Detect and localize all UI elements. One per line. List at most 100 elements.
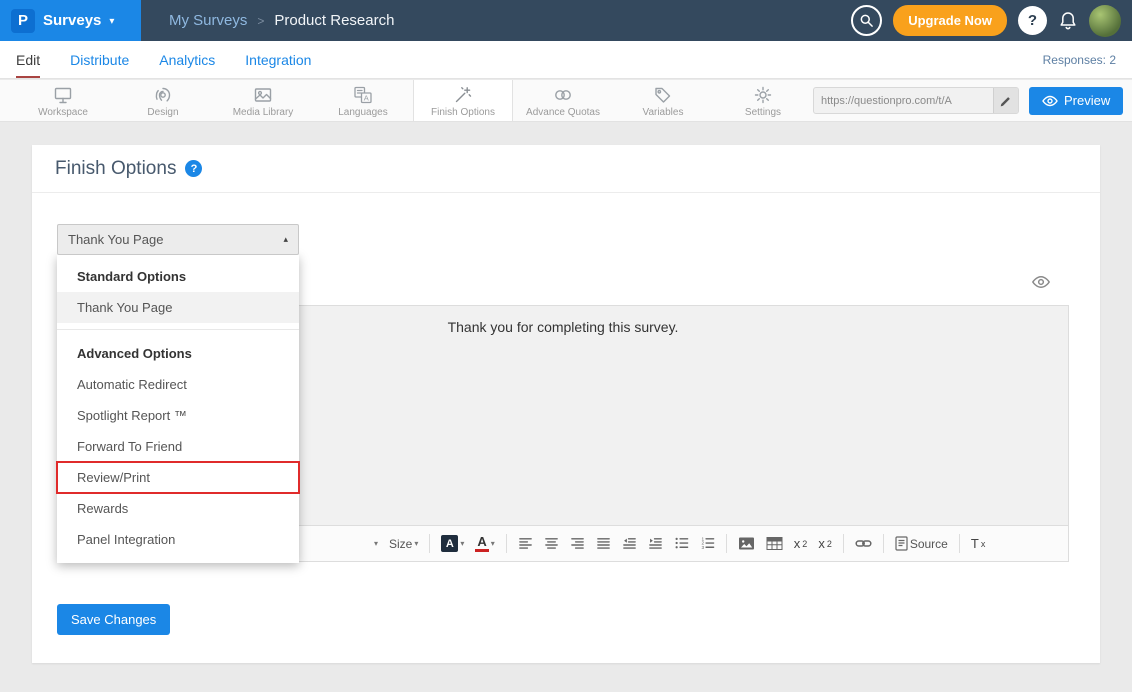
finish-type-select-value: Thank You Page bbox=[68, 232, 163, 247]
languages-icon: A bbox=[352, 84, 374, 106]
ribbon-item-finish-options[interactable]: Finish Options bbox=[413, 80, 513, 121]
ribbon-item-languages[interactable]: A Languages bbox=[313, 80, 413, 121]
finish-type-select[interactable]: Thank You Page ▴ bbox=[57, 224, 299, 255]
svg-text:3: 3 bbox=[701, 545, 704, 550]
preview-button[interactable]: Preview bbox=[1029, 87, 1123, 115]
search-button[interactable] bbox=[851, 5, 882, 36]
ribbon-item-design[interactable]: Design bbox=[113, 80, 213, 121]
main-nav: Edit Distribute Analytics Integration Re… bbox=[0, 41, 1132, 79]
tab-integration[interactable]: Integration bbox=[245, 52, 311, 68]
content-preview-toggle[interactable] bbox=[1031, 275, 1051, 289]
dropdown-group-advanced: Advanced Options bbox=[57, 337, 299, 369]
source-button[interactable]: Source bbox=[895, 536, 948, 551]
survey-url-field[interactable]: https://questionpro.com/t/A bbox=[813, 87, 1019, 114]
ribbon-item-workspace[interactable]: Workspace bbox=[13, 80, 113, 121]
help-icon[interactable]: ? bbox=[185, 160, 202, 177]
bell-icon bbox=[1058, 10, 1078, 31]
page-title: Finish Options bbox=[55, 158, 176, 180]
eye-icon bbox=[1031, 275, 1051, 289]
remove-format-button[interactable]: Tx bbox=[971, 536, 985, 551]
ribbon-item-media-library[interactable]: Media Library bbox=[213, 80, 313, 121]
background-color-button[interactable]: A▾ bbox=[441, 535, 464, 552]
save-changes-button[interactable]: Save Changes bbox=[57, 604, 170, 635]
upgrade-now-button[interactable]: Upgrade Now bbox=[893, 5, 1007, 36]
edit-url-button[interactable] bbox=[993, 88, 1018, 113]
tab-analytics[interactable]: Analytics bbox=[159, 52, 215, 68]
dropdown-item-spotlight-report[interactable]: Spotlight Report ™ bbox=[57, 400, 299, 431]
finish-options-panel: Finish Options ? Thank You Page ▴ Thank … bbox=[32, 145, 1100, 663]
align-left-button[interactable] bbox=[518, 536, 533, 551]
responses-count[interactable]: Responses: 2 bbox=[1043, 53, 1116, 67]
settings-icon bbox=[752, 84, 774, 106]
help-button[interactable]: ? bbox=[1018, 6, 1047, 35]
image-icon bbox=[738, 536, 755, 551]
finish-type-dropdown: Standard Options Thank You Page Advanced… bbox=[57, 255, 299, 563]
subscript-button[interactable]: x2 bbox=[794, 536, 808, 551]
font-dropdown-caret[interactable]: ▾ bbox=[374, 539, 378, 548]
numbered-list-icon: 123 bbox=[700, 536, 715, 551]
dropdown-item-thank-you-page[interactable]: Thank You Page bbox=[57, 292, 299, 323]
search-icon bbox=[859, 13, 874, 28]
align-center-icon bbox=[544, 536, 559, 551]
increase-indent-button[interactable] bbox=[648, 536, 663, 551]
edit-ribbon: Workspace Design Media Library A Languag… bbox=[0, 80, 1132, 122]
chevron-down-icon: ▾ bbox=[109, 16, 114, 27]
align-right-icon bbox=[570, 536, 585, 551]
superscript-button[interactable]: x2 bbox=[818, 536, 832, 551]
questionpro-app: P Surveys ▾ My Surveys > Product Researc… bbox=[0, 0, 1132, 692]
justify-icon bbox=[596, 536, 611, 551]
ribbon-item-settings[interactable]: Settings bbox=[713, 80, 813, 121]
text-color-button[interactable]: A▾ bbox=[475, 535, 494, 552]
table-icon bbox=[766, 536, 783, 551]
variables-icon bbox=[652, 84, 674, 106]
finish-options-icon bbox=[452, 84, 474, 106]
svg-text:A: A bbox=[364, 93, 369, 102]
design-icon bbox=[152, 84, 174, 106]
top-bar: P Surveys ▾ My Surveys > Product Researc… bbox=[0, 0, 1132, 41]
increase-indent-icon bbox=[648, 536, 663, 551]
workspace-icon bbox=[52, 84, 74, 106]
insert-image-button[interactable] bbox=[738, 536, 755, 551]
tab-edit[interactable]: Edit bbox=[16, 52, 40, 68]
insert-link-button[interactable] bbox=[855, 536, 872, 551]
surveys-menu[interactable]: P Surveys ▾ bbox=[0, 0, 141, 41]
dropdown-item-rewards[interactable]: Rewards bbox=[57, 493, 299, 524]
decrease-indent-button[interactable] bbox=[622, 536, 637, 551]
bulleted-list-button[interactable] bbox=[674, 536, 689, 551]
source-document-icon bbox=[895, 536, 908, 551]
dropdown-divider bbox=[57, 329, 299, 330]
decrease-indent-icon bbox=[622, 536, 637, 551]
questionpro-logo: P bbox=[11, 9, 35, 33]
ribbon-item-advance-quotas[interactable]: Advance Quotas bbox=[513, 80, 613, 121]
tab-distribute[interactable]: Distribute bbox=[70, 52, 129, 68]
breadcrumb: My Surveys > Product Research bbox=[169, 12, 394, 29]
avatar[interactable] bbox=[1089, 5, 1121, 37]
dropdown-item-forward-to-friend[interactable]: Forward To Friend bbox=[57, 431, 299, 462]
dropdown-item-review-print[interactable]: Review/Print bbox=[57, 462, 299, 493]
survey-url-value: https://questionpro.com/t/A bbox=[814, 95, 993, 107]
breadcrumb-current: Product Research bbox=[274, 12, 394, 29]
ribbon-item-variables[interactable]: Variables bbox=[613, 80, 713, 121]
bulleted-list-icon bbox=[674, 536, 689, 551]
align-center-button[interactable] bbox=[544, 536, 559, 551]
top-bar-actions: Upgrade Now ? bbox=[851, 5, 1132, 37]
insert-table-button[interactable] bbox=[766, 536, 783, 551]
breadcrumb-separator: > bbox=[257, 14, 264, 28]
size-dropdown[interactable]: Size▾ bbox=[389, 537, 418, 551]
product-menu-label: Surveys bbox=[43, 12, 101, 29]
align-right-button[interactable] bbox=[570, 536, 585, 551]
eye-icon bbox=[1042, 95, 1058, 107]
pencil-icon bbox=[1000, 95, 1012, 107]
chevron-up-icon: ▴ bbox=[283, 234, 288, 245]
notifications-button[interactable] bbox=[1058, 10, 1078, 31]
breadcrumb-my-surveys[interactable]: My Surveys bbox=[169, 12, 247, 29]
justify-button[interactable] bbox=[596, 536, 611, 551]
align-left-icon bbox=[518, 536, 533, 551]
advance-quotas-icon bbox=[552, 84, 574, 106]
dropdown-item-panel-integration[interactable]: Panel Integration bbox=[57, 524, 299, 555]
dropdown-item-automatic-redirect[interactable]: Automatic Redirect bbox=[57, 369, 299, 400]
media-library-icon bbox=[252, 84, 274, 106]
dropdown-group-standard: Standard Options bbox=[57, 260, 299, 292]
numbered-list-button[interactable]: 123 bbox=[700, 536, 715, 551]
link-icon bbox=[855, 536, 872, 551]
